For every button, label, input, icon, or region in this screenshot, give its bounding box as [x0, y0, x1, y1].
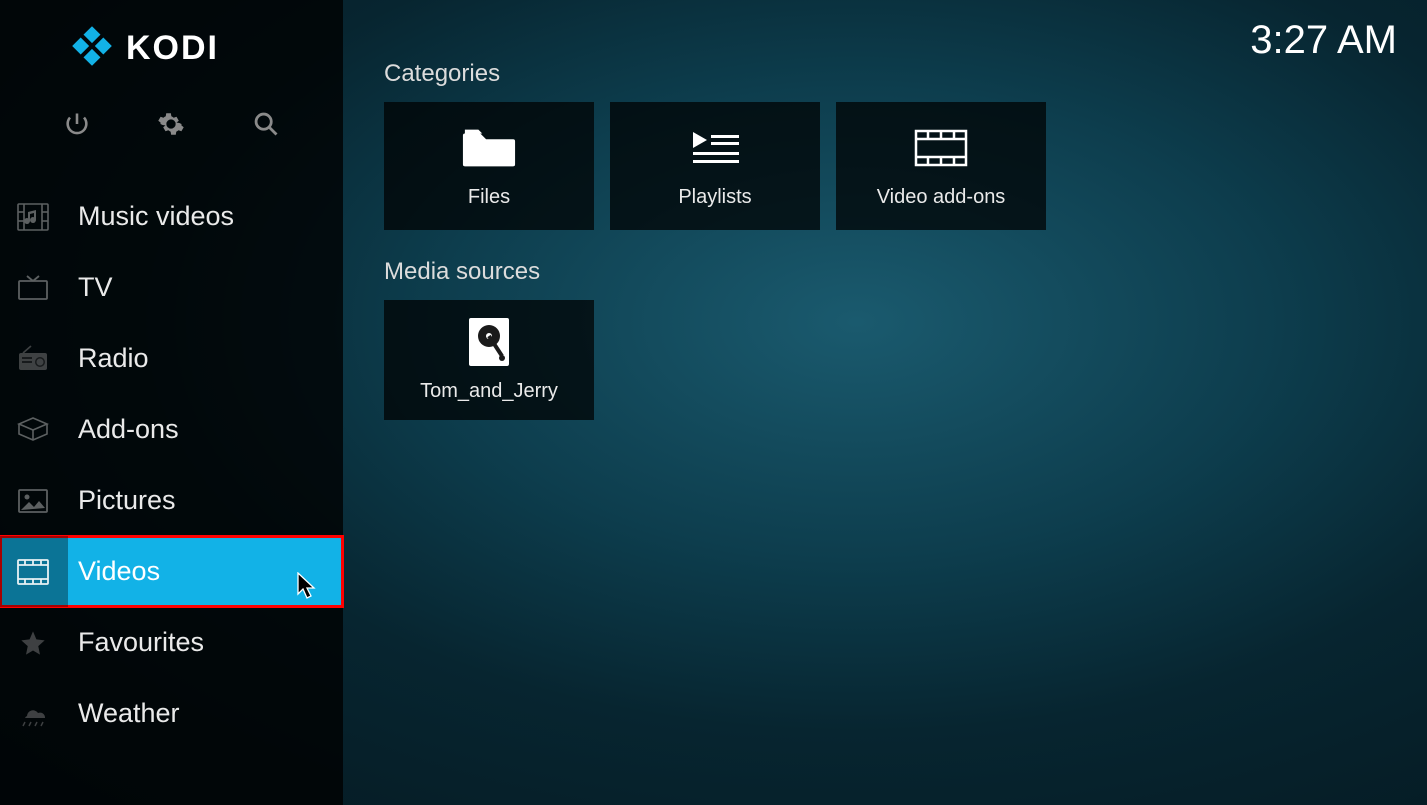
radio-icon — [16, 342, 50, 376]
harddrive-icon — [461, 318, 517, 366]
sidebar-item-weather[interactable]: Weather — [0, 678, 343, 749]
sidebar-item-addons[interactable]: Add-ons — [0, 394, 343, 465]
section-title-media-sources: Media sources — [384, 258, 1407, 286]
category-card-video-addons[interactable]: Video add-ons — [836, 102, 1046, 230]
sidebar-item-label: Pictures — [78, 485, 176, 516]
sidebar-item-music-videos[interactable]: Music videos — [0, 181, 343, 252]
pictures-icon — [16, 484, 50, 518]
sidebar-item-label: TV — [78, 272, 113, 303]
folder-icon — [461, 124, 517, 172]
clock: 3:27 AM — [1250, 18, 1397, 63]
app-name: KODI — [126, 29, 219, 68]
mouse-cursor-icon — [297, 572, 317, 600]
sidebar-toolbar — [0, 71, 343, 159]
app-logo: KODI — [0, 0, 343, 71]
card-label: Playlists — [678, 186, 751, 209]
search-button[interactable] — [251, 109, 281, 139]
videos-icon — [16, 555, 50, 589]
card-label: Files — [468, 186, 510, 209]
playlist-icon — [687, 124, 743, 172]
sidebar-item-pictures[interactable]: Pictures — [0, 465, 343, 536]
sidebar-item-radio[interactable]: Radio — [0, 323, 343, 394]
kodi-logo-icon — [72, 26, 112, 71]
sidebar-item-label: Videos — [78, 556, 160, 587]
media-sources-row: Tom_and_Jerry — [384, 300, 1407, 420]
music-video-icon — [16, 200, 50, 234]
power-button[interactable] — [62, 109, 92, 139]
tv-icon — [16, 271, 50, 305]
settings-button[interactable] — [156, 109, 186, 139]
sidebar: KODI Music videos TV Ra — [0, 0, 343, 805]
sidebar-item-favourites[interactable]: Favourites — [0, 607, 343, 678]
categories-row: Files Playlists Video add-ons — [384, 102, 1407, 230]
star-icon — [16, 626, 50, 660]
card-label: Video add-ons — [877, 186, 1006, 209]
main-content: Categories Files Playlists Video add-ons… — [384, 60, 1407, 448]
sidebar-item-videos[interactable]: Videos — [0, 536, 343, 607]
sidebar-item-label: Favourites — [78, 627, 204, 658]
category-card-playlists[interactable]: Playlists — [610, 102, 820, 230]
sidebar-item-label: Weather — [78, 698, 180, 729]
sidebar-item-label: Radio — [78, 343, 149, 374]
card-label: Tom_and_Jerry — [420, 380, 558, 403]
film-icon — [913, 124, 969, 172]
sidebar-item-tv[interactable]: TV — [0, 252, 343, 323]
category-card-files[interactable]: Files — [384, 102, 594, 230]
section-title-categories: Categories — [384, 60, 1407, 88]
weather-icon — [16, 697, 50, 731]
sidebar-item-label: Music videos — [78, 201, 234, 232]
media-source-card[interactable]: Tom_and_Jerry — [384, 300, 594, 420]
addons-icon — [16, 413, 50, 447]
sidebar-nav: Music videos TV Radio Add-ons Pictures — [0, 181, 343, 749]
sidebar-item-label: Add-ons — [78, 414, 179, 445]
